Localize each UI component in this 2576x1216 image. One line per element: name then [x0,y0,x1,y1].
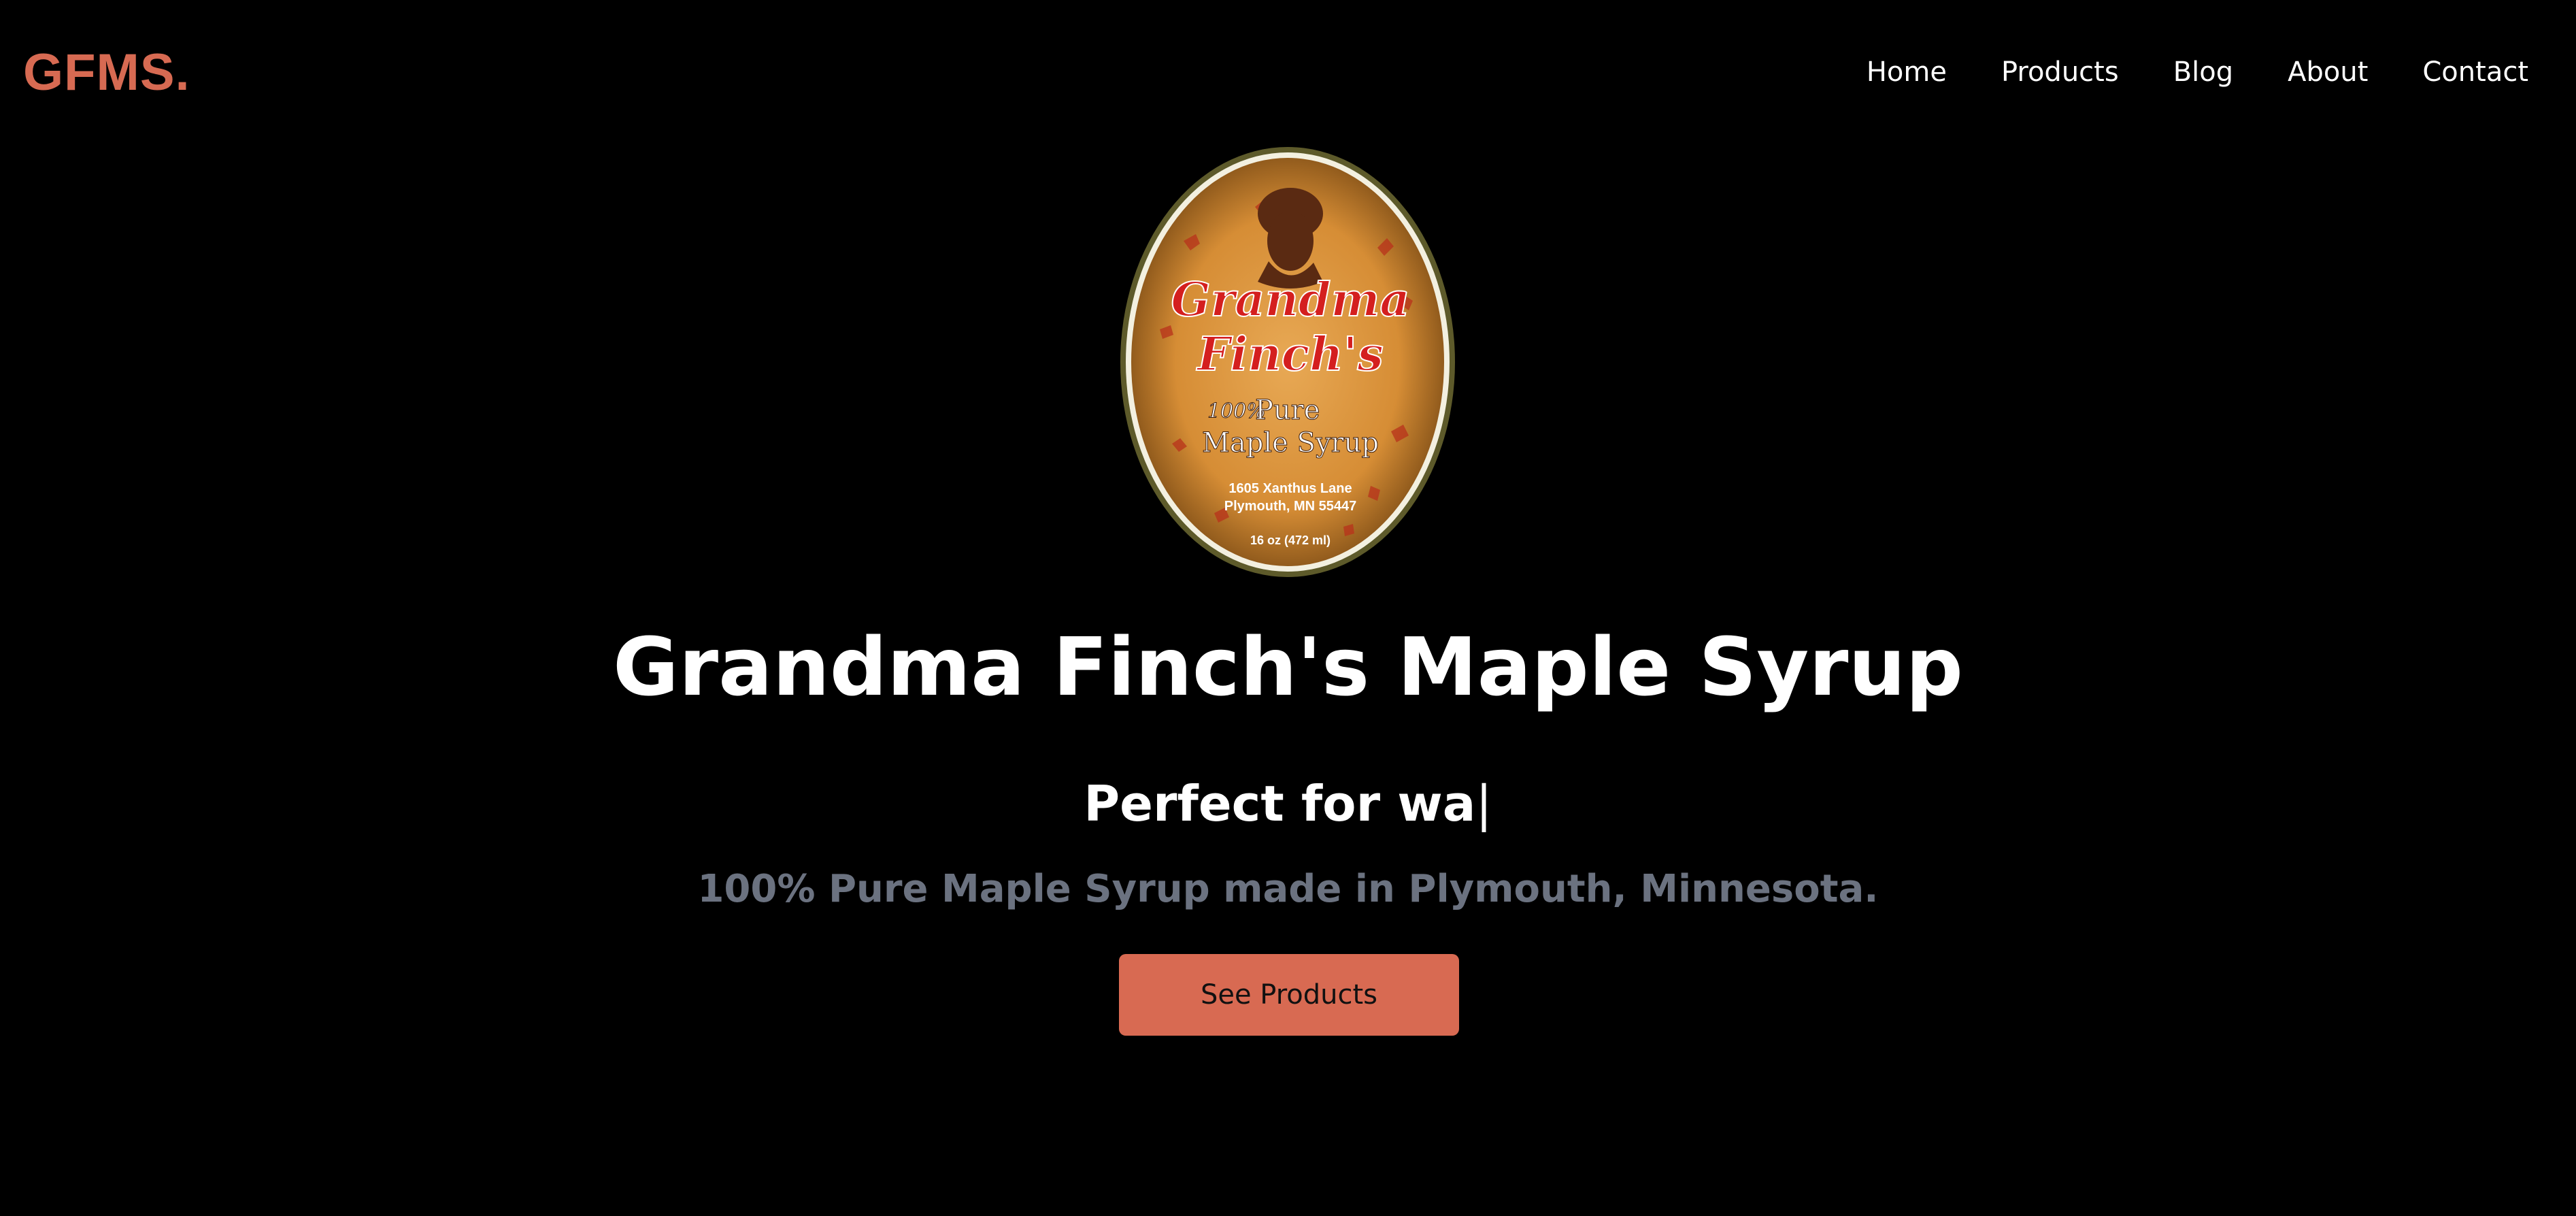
see-products-button[interactable]: See Products [1119,954,1459,1036]
typing-cursor: | [1475,775,1492,832]
nav-item-products[interactable]: Products [2001,48,2119,97]
main-nav: Home Products Blog About Contact [1867,48,2528,97]
nav-item-blog[interactable]: Blog [2173,48,2233,97]
label-pure: Pure [1255,395,1320,426]
hero-title: Grandma Finch's Maple Syrup [613,620,1963,714]
logo[interactable]: GFMS. [23,42,190,103]
label-volume: 16 oz (472 ml) [1250,533,1331,547]
product-label-image: Grandma Finch's 100% Pure Maple Syrup 16… [1120,147,1455,577]
nav-item-home[interactable]: Home [1867,48,1947,97]
hero-subtitle: Perfect for wa| [0,766,2576,841]
hero-subtitle-prefix: Perfect for [1084,775,1398,832]
hero-typed-text: wa [1397,775,1476,832]
page: GFMS. Home Products Blog About Contact G… [0,0,2576,1216]
label-address-line2: Plymouth, MN 55447 [1224,499,1357,514]
hero-description: 100% Pure Maple Syrup made in Plymouth, … [697,867,1879,911]
label-product: Maple Syrup [1202,427,1379,459]
label-address-line1: 1605 Xanthus Lane [1228,481,1352,496]
label-brand-line2: Finch's [1196,327,1384,382]
nav-item-about[interactable]: About [2288,48,2368,97]
label-brand-line1: Grandma [1171,273,1410,327]
nav-item-contact[interactable]: Contact [2422,48,2528,97]
